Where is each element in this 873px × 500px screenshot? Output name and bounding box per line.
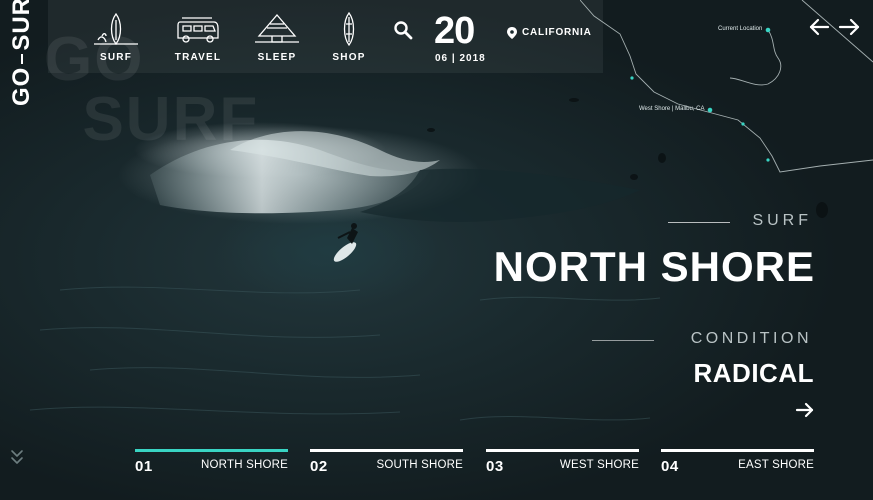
brand-logo[interactable]: GO SURF xyxy=(8,0,36,106)
tab-label: NORTH SHORE xyxy=(201,459,288,471)
brand-text-go: GO xyxy=(8,66,35,106)
nav-item-shop[interactable]: SHOP xyxy=(317,12,381,63)
location-pin-icon xyxy=(507,27,517,39)
nav-item-surf[interactable]: SURF xyxy=(84,12,148,63)
tab-number: 01 xyxy=(135,458,153,475)
date-day: 20 xyxy=(434,10,475,52)
search-icon[interactable] xyxy=(393,20,413,40)
condition-value: RADICAL xyxy=(693,358,814,388)
tab-west-shore[interactable]: 03 WEST SHORE xyxy=(486,449,639,479)
arrow-left-icon[interactable] xyxy=(809,18,830,36)
tab-north-shore[interactable]: 01 NORTH SHORE xyxy=(135,449,288,479)
tab-label: EAST SHORE xyxy=(738,459,814,471)
map-spot-label[interactable]: West Shore | Malibu, CA xyxy=(639,106,704,112)
tab-label: SOUTH SHORE xyxy=(376,459,463,471)
tab-east-shore[interactable]: 04 EAST SHORE xyxy=(661,449,814,479)
nav-item-travel[interactable]: TRAVEL xyxy=(166,12,230,63)
condition-label: CONDITION xyxy=(690,330,812,347)
category-label: SURF xyxy=(752,212,812,229)
arrow-right-icon[interactable] xyxy=(838,18,860,36)
nav-label-surf: SURF xyxy=(99,52,133,63)
brand-text-surf: SURF xyxy=(8,0,35,51)
surfboard-icon xyxy=(94,12,138,46)
tab-indicator xyxy=(661,449,814,452)
brand-dash xyxy=(21,53,23,64)
tab-number: 02 xyxy=(310,458,328,475)
category-divider xyxy=(668,222,730,223)
tab-indicator xyxy=(135,449,288,452)
scroll-down-icon[interactable] xyxy=(10,448,24,466)
tab-indicator xyxy=(310,449,463,452)
condition-row: CONDITION xyxy=(592,330,814,350)
tab-number: 03 xyxy=(486,458,504,475)
nav-label-shop: SHOP xyxy=(332,52,366,63)
map-current-location-label: Current Location xyxy=(718,26,763,32)
tab-label: WEST SHORE xyxy=(559,459,639,471)
tab-number: 04 xyxy=(661,458,679,475)
page-title: NORTH SHORE xyxy=(493,243,815,290)
pager-arrows xyxy=(809,18,860,36)
condition-divider xyxy=(592,340,654,341)
nav-label-sleep: SLEEP xyxy=(257,52,297,63)
tab-indicator xyxy=(486,449,639,452)
category-row: SURF xyxy=(668,212,814,232)
nav-label-travel: TRAVEL xyxy=(174,52,222,63)
board-shop-icon xyxy=(343,12,355,46)
arrow-right-icon[interactable] xyxy=(795,402,815,418)
cabin-icon xyxy=(255,14,299,43)
nav-item-sleep[interactable]: SLEEP xyxy=(245,12,309,63)
date-month-year: 06 | 2018 xyxy=(435,53,486,64)
tab-south-shore[interactable]: 02 SOUTH SHORE xyxy=(310,449,463,479)
van-icon xyxy=(177,17,219,43)
